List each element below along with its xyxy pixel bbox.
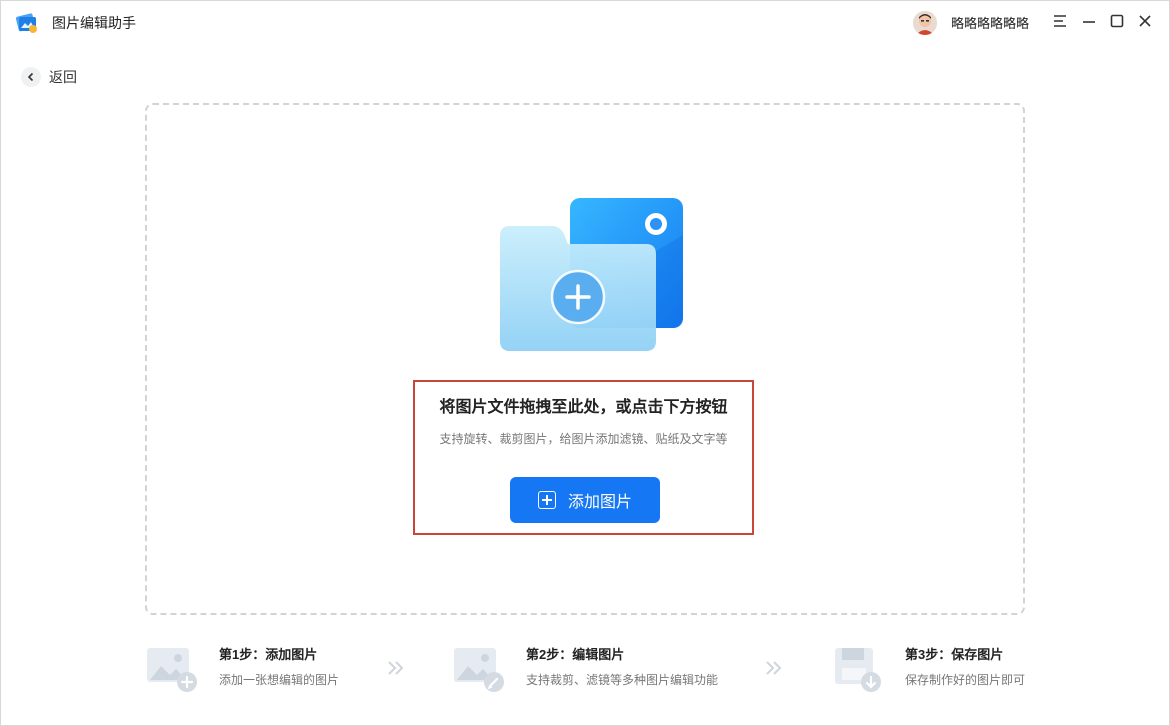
step-1: 第1步：添加图片 添加一张想编辑的图片: [146, 640, 386, 700]
step-2-title: 第2步：编辑图片: [526, 647, 625, 662]
drop-title: 将图片文件拖拽至此处，或点击下方按钮: [439, 399, 728, 416]
drop-subtitle: 支持旋转、裁剪图片，给图片添加滤镜、贴纸及文字等: [439, 432, 728, 446]
step-3-title: 第3步：保存图片: [905, 647, 1004, 662]
avatar-icon[interactable]: [913, 11, 937, 35]
title-bar: 图片编辑助手 略略略略略略: [0, 0, 1170, 42]
close-icon[interactable]: [1134, 10, 1156, 32]
double-chevron-right-icon: [762, 656, 786, 680]
step-1-desc: 添加一张想编辑的图片: [219, 673, 340, 687]
add-image-label: 添加图片: [567, 494, 632, 511]
step-1-title: 第1步：添加图片: [219, 647, 318, 662]
double-chevron-right-icon: [384, 656, 408, 680]
image-add-icon: [146, 644, 200, 692]
maximize-icon[interactable]: [1106, 10, 1128, 32]
back-button[interactable]: 返回: [21, 66, 77, 88]
folder-add-icon: [496, 195, 686, 355]
menu-icon[interactable]: [1049, 10, 1071, 32]
username[interactable]: 略略略略略略: [951, 13, 1029, 32]
drop-zone[interactable]: [145, 103, 1025, 615]
save-icon: [832, 644, 886, 692]
chevron-left-icon: [21, 67, 41, 87]
minimize-icon[interactable]: [1078, 10, 1100, 32]
step-3-desc: 保存制作好的图片即可: [905, 673, 1026, 687]
back-label: 返回: [49, 69, 77, 85]
add-image-button[interactable]: 添加图片: [510, 477, 660, 523]
step-2-desc: 支持裁剪、滤镜等多种图片编辑功能: [526, 673, 719, 687]
app-title: 图片编辑助手: [52, 15, 136, 31]
step-3: 第3步：保存图片 保存制作好的图片即可: [832, 640, 1062, 700]
app-logo-icon: [14, 9, 40, 35]
image-edit-icon: [453, 644, 507, 692]
step-2: 第2步：编辑图片 支持裁剪、滤镜等多种图片编辑功能: [453, 640, 743, 700]
plus-square-icon: [537, 491, 556, 509]
